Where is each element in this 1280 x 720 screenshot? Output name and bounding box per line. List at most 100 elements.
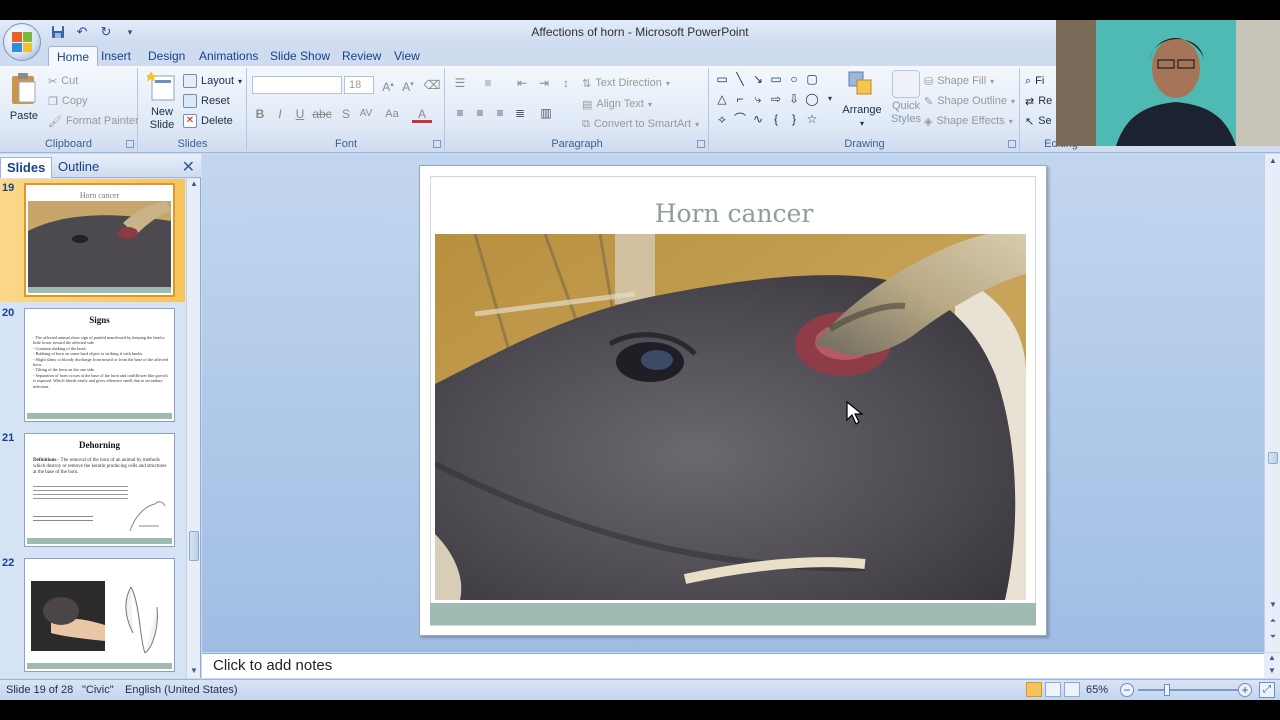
left-brace-shape-icon[interactable]: { (768, 112, 784, 126)
thumbnails-scrollbar[interactable]: ▲ ▼ (186, 179, 200, 678)
bullets-icon[interactable]: ☰ (450, 74, 470, 92)
zoom-slider-track[interactable] (1138, 689, 1238, 691)
previous-slide-icon[interactable]: ⏶ (1266, 616, 1280, 628)
align-left-icon[interactable]: ≡ (450, 104, 470, 122)
current-slide[interactable]: Horn cancer (419, 165, 1047, 636)
tab-view[interactable]: View (386, 46, 428, 66)
select-button[interactable]: ↖ Se (1025, 112, 1052, 130)
scroll-down-arrow-icon[interactable]: ▼ (1265, 666, 1279, 678)
scroll-up-arrow-icon[interactable]: ▲ (187, 179, 201, 191)
star-shape-icon[interactable]: ☆ (804, 112, 820, 126)
scroll-up-arrow-icon[interactable]: ▲ (1266, 156, 1280, 168)
notes-pane[interactable]: Click to add notes (202, 653, 1264, 678)
slide-thumbnail-21[interactable]: 21 Dehorning Definitions:- The removal o… (0, 429, 185, 552)
columns-icon[interactable]: ▥ (536, 104, 556, 122)
clear-formatting-icon[interactable]: ⌫ (422, 76, 442, 94)
down-arrow-shape-icon[interactable]: ⇩ (786, 92, 802, 106)
italic-icon[interactable]: I (270, 105, 290, 123)
scribble-shape-icon[interactable]: ∿ (750, 112, 766, 126)
replace-button[interactable]: ⇄ Re (1025, 92, 1052, 110)
tab-home[interactable]: Home (48, 46, 99, 66)
change-case-icon[interactable]: Aa (382, 105, 402, 123)
align-center-icon[interactable]: ≡ (470, 104, 490, 122)
paragraph-dialog-launcher-icon[interactable] (697, 140, 705, 148)
shape-fill-button[interactable]: ⛁ Shape Fill ▾ (924, 72, 994, 90)
tab-slides[interactable]: Slides (0, 157, 53, 178)
line-spacing-icon[interactable]: ↕ (556, 74, 576, 92)
format-painter-button[interactable]: 🖌 Format Painter (48, 112, 139, 130)
notes-scrollbar[interactable]: ▲ ▼ (1264, 653, 1280, 678)
strikethrough-icon[interactable]: abc (312, 105, 332, 123)
tab-animations[interactable]: Animations (191, 46, 266, 66)
copy-button[interactable]: ❐ Copy (48, 92, 88, 110)
font-dialog-launcher-icon[interactable] (433, 140, 441, 148)
triangle-shape-icon[interactable]: △ (714, 92, 730, 106)
shrink-font-icon[interactable]: A▾ (398, 76, 418, 94)
shapes-gallery[interactable]: ▭ ╲ ↘ ▭ ○ ▢ △ ⌐ ⤷ ⇨ ⇩ ◯ ⟡ ⌒ ∿ { } ☆ ▾ (714, 72, 838, 132)
right-arrow-shape-icon[interactable]: ⇨ (768, 92, 784, 106)
numbering-icon[interactable]: ≡ (478, 74, 498, 92)
office-button[interactable] (3, 23, 41, 61)
language-indicator[interactable]: English (United States) (125, 684, 238, 696)
shape-outline-button[interactable]: ✎ Shape Outline ▾ (924, 92, 1015, 110)
font-name-dropdown[interactable] (252, 76, 342, 94)
more-shapes-icon[interactable]: ▾ (822, 92, 838, 106)
tab-slide-show[interactable]: Slide Show (262, 46, 338, 66)
text-direction-button[interactable]: ⇅ Text Direction ▾ (582, 74, 670, 92)
tab-outline[interactable]: Outline (52, 157, 105, 176)
slide-photo[interactable] (435, 234, 1026, 600)
slide-title[interactable]: Horn cancer (420, 199, 1048, 228)
clipboard-dialog-launcher-icon[interactable] (126, 140, 134, 148)
find-button[interactable]: ⌕ Fi (1025, 72, 1044, 90)
increase-indent-icon[interactable]: ⇥ (534, 74, 554, 92)
shape-effects-button[interactable]: ◈ Shape Effects ▾ (924, 112, 1013, 130)
tab-review[interactable]: Review (334, 46, 389, 66)
arrange-button[interactable]: Arrange ▾ (842, 70, 882, 130)
normal-view-icon[interactable] (1026, 682, 1042, 697)
tab-insert[interactable]: Insert (93, 46, 139, 66)
right-brace-shape-icon[interactable]: } (786, 112, 802, 126)
cut-button[interactable]: ✂ Cut (48, 72, 78, 90)
next-slide-icon[interactable]: ⏷ (1266, 632, 1280, 644)
new-slide-button[interactable]: New Slide (143, 70, 181, 132)
line-shape-icon[interactable]: ╲ (732, 72, 748, 86)
paste-button[interactable]: Paste (6, 72, 42, 123)
slide-thumbnail-20[interactable]: 20 Signs - The affected animal show sign… (0, 304, 185, 427)
close-pane-icon[interactable]: ✕ (182, 157, 195, 177)
zoom-level[interactable]: 65% (1086, 684, 1108, 696)
curve-shape-icon[interactable]: ⌒ (732, 112, 748, 126)
rectangle-shape-icon[interactable]: ▭ (768, 72, 784, 86)
delete-button[interactable]: ✕ Delete (183, 112, 233, 130)
layout-button[interactable]: Layout ▾ (183, 72, 242, 90)
slide-sorter-view-icon[interactable] (1045, 682, 1061, 697)
scroll-down-arrow-icon[interactable]: ▼ (187, 666, 201, 678)
font-size-dropdown[interactable]: 18 (344, 76, 374, 94)
scroll-down-arrow-icon[interactable]: ▼ (1266, 600, 1280, 612)
slide-scrollbar[interactable]: ▲ ▼ ⏶ ⏷ (1264, 154, 1280, 652)
font-color-icon[interactable]: A (412, 105, 432, 123)
freeform-shape-icon[interactable]: ⟡ (714, 112, 730, 126)
underline-icon[interactable]: U (290, 105, 310, 123)
slide-thumbnail-22[interactable]: 22 (0, 554, 185, 677)
align-text-button[interactable]: ▤ Align Text ▾ (582, 95, 652, 113)
justify-icon[interactable]: ≣ (510, 104, 530, 122)
textbox-shape-icon[interactable]: ▭ (714, 72, 730, 86)
text-shadow-icon[interactable]: S (336, 105, 356, 123)
decrease-indent-icon[interactable]: ⇤ (512, 74, 532, 92)
arrow-line-shape-icon[interactable]: ↘ (750, 72, 766, 86)
grow-font-icon[interactable]: A▴ (378, 76, 398, 94)
scrollbar-thumb[interactable] (1268, 452, 1278, 464)
align-right-icon[interactable]: ≡ (490, 104, 510, 122)
bold-icon[interactable]: B (250, 105, 270, 123)
quick-styles-button[interactable]: Quick Styles (886, 70, 926, 126)
fit-to-window-icon[interactable]: ⤢ (1259, 682, 1275, 698)
character-spacing-icon[interactable]: AV (356, 105, 376, 123)
slide-show-view-icon[interactable] (1064, 682, 1080, 697)
elbow-arrow-shape-icon[interactable]: ⤷ (750, 92, 766, 106)
reset-button[interactable]: Reset (183, 92, 230, 110)
notes-placeholder[interactable]: Click to add notes (213, 657, 332, 674)
oval-shape-icon[interactable]: ○ (786, 72, 802, 86)
scroll-up-arrow-icon[interactable]: ▲ (1265, 653, 1279, 665)
scrollbar-thumb[interactable] (189, 531, 199, 561)
convert-smartart-button[interactable]: ⧉ Convert to SmartArt ▾ (582, 115, 699, 133)
